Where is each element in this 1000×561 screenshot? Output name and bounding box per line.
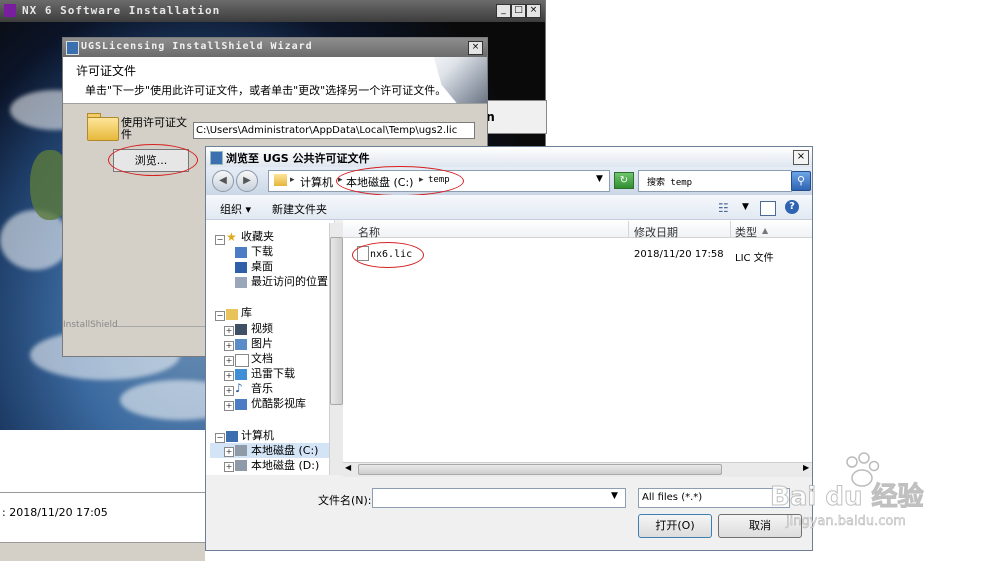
tree-item-local-disk-d[interactable]: 本地磁盘 (D:) [251,458,319,473]
tree-item-desktop[interactable]: 桌面 [251,259,273,274]
expand-toggle[interactable]: + [224,462,234,472]
sort-ascending-icon: ▲ [762,226,769,235]
address-folder-icon [274,174,287,186]
tree-item-thunder-downloads[interactable]: 迅雷下载 [251,366,295,381]
tree-item-local-disk-c[interactable]: 本地磁盘 (C:) [251,443,318,458]
close-button[interactable]: × [526,4,541,18]
file-type: LIC 文件 [735,253,774,264]
open-button[interactable]: 打开(O) [638,514,712,538]
column-divider[interactable] [730,221,731,237]
scroll-left-icon[interactable]: ◀ [345,463,351,472]
computer-icon [226,431,238,442]
dialog-close-button[interactable]: × [793,150,809,165]
column-date-modified[interactable]: 修改日期 [634,224,678,240]
filename-label: 文件名(N): [318,494,372,507]
nx-status-text: : 2018/11/20 17:05 [2,506,108,519]
chevron-right-icon[interactable]: ▸ [290,175,295,185]
tree-item-documents[interactable]: 文档 [251,351,273,366]
recent-places-icon [235,277,247,288]
star-icon: ★ [226,230,237,244]
refresh-icon[interactable]: ↻ [614,172,634,189]
expand-toggle[interactable]: + [224,371,234,381]
folder-icon [87,117,119,141]
horizontal-scroll-thumb[interactable] [358,464,722,475]
breadcrumb-computer[interactable]: 计算机 [300,174,333,190]
nx-window-title: NX 6 Software Installation [22,4,221,17]
tree-item-videos[interactable]: 视频 [251,321,273,336]
baidu-watermark-url: jingyan.baidu.com [786,514,906,529]
back-arrow-icon[interactable]: ◀ [212,170,234,192]
tree-computer[interactable]: 计算机 [241,428,274,443]
wizard-title: UGSLicensing InstallShield Wizard [81,41,313,52]
drive-icon [235,460,247,471]
license-path-field[interactable]: C:\Users\Administrator\AppData\Local\Tem… [193,122,475,139]
annotation-circle [108,144,198,176]
nav-scroll-thumb[interactable] [330,237,343,405]
search-icon[interactable]: ⚲ [791,171,811,191]
tree-item-youku-library[interactable]: 优酷影视库 [251,396,306,411]
baidu-watermark-brand: Bai du 经验 [770,482,924,513]
view-options-icon[interactable]: ☷ [718,201,729,215]
nx-bottom-bar [0,542,205,561]
maximize-button[interactable]: □ [511,4,526,18]
tree-item-recent[interactable]: 最近访问的位置 [251,274,328,289]
expand-toggle[interactable]: + [224,326,234,336]
installshield-icon [66,41,79,55]
minimize-button[interactable]: _ [496,4,511,18]
video-icon [235,324,247,335]
nx-logo-icon [4,4,16,17]
new-folder-button[interactable]: 新建文件夹 [272,201,327,217]
annotation-circle [336,166,464,196]
tree-favorites[interactable]: 收藏夹 [241,229,274,244]
preview-pane-icon[interactable] [760,201,776,216]
scroll-right-icon[interactable]: ▶ [803,463,809,472]
tree-libraries[interactable]: 库 [241,305,252,320]
wizard-close-button[interactable]: × [468,41,483,55]
expand-toggle[interactable]: + [224,356,234,366]
browse-dialog: 浏览至 UGS 公共许可证文件 × ◀ ▶ ▸ 计算机 ▸ 本地磁盘 (C:) … [205,146,813,551]
wizard-header-description: 单击"下一步"使用此许可证文件，或者单击"更改"选择另一个许可证文件。 [85,84,447,97]
tree-item-pictures[interactable]: 图片 [251,336,273,351]
address-dropdown-icon[interactable]: ▼ [596,174,603,184]
view-dropdown-icon[interactable]: ▼ [742,202,749,212]
filename-input[interactable] [372,488,626,508]
license-file-label: 使用许可证文件 [121,116,187,141]
forward-arrow-icon[interactable]: ▶ [236,170,258,192]
collapse-toggle[interactable]: − [215,235,225,245]
search-placeholder: 搜索 temp [647,178,693,188]
expand-toggle[interactable]: + [224,386,234,396]
organize-label: 组织 [220,203,242,216]
column-type[interactable]: 类型 [735,224,757,240]
annotation-circle [352,242,424,268]
dialog-title: 浏览至 UGS 公共许可证文件 [226,152,370,165]
cloud-decoration [0,210,70,270]
organize-menu[interactable]: 组织 ▾ [220,201,251,217]
expand-toggle[interactable]: + [224,401,234,411]
help-icon[interactable]: ? [785,200,799,214]
filename-dropdown-icon[interactable]: ▼ [611,491,618,501]
tree-item-music[interactable]: 音乐 [251,381,273,396]
collapse-toggle[interactable]: − [215,311,225,321]
column-name[interactable]: 名称 [358,224,380,240]
tree-item-downloads[interactable]: 下载 [251,244,273,259]
youku-library-icon [235,399,247,410]
desktop-icon [235,262,247,273]
installshield-footer: InstallShield [63,320,118,330]
drive-icon [235,445,247,456]
column-divider[interactable] [628,221,629,237]
collapse-toggle[interactable]: − [215,433,225,443]
wizard-header-title: 许可证文件 [76,64,137,78]
pictures-icon [235,339,247,350]
download-icon [235,247,247,258]
dialog-app-icon [210,151,223,165]
thunder-download-icon [235,369,247,380]
music-icon: ♪ [235,381,243,395]
filetype-value: All files (*.*) [642,492,703,503]
expand-toggle[interactable]: + [224,341,234,351]
expand-toggle[interactable]: + [224,447,234,457]
documents-icon [235,354,249,367]
library-icon [226,309,238,320]
file-date: 2018/11/20 17:58 [634,249,724,260]
